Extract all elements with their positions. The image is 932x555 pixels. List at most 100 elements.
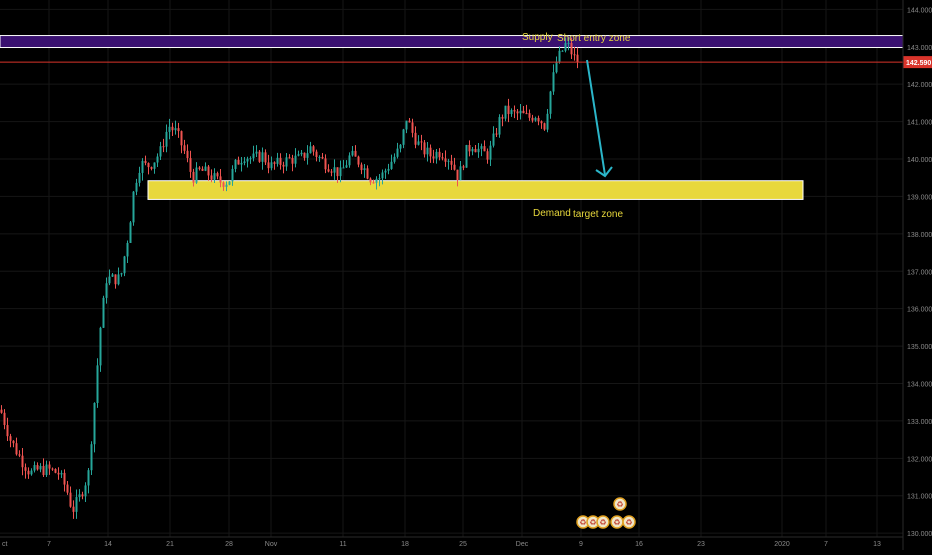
emoji-mark: ♻ xyxy=(625,518,632,527)
candle-body xyxy=(69,492,72,507)
candle-body xyxy=(369,178,372,183)
price-tick-label: 144.000 xyxy=(907,7,932,14)
candle-body xyxy=(237,159,240,165)
candle-body xyxy=(300,152,303,155)
candle-body xyxy=(102,297,105,328)
time-tick-label: ct xyxy=(2,541,8,548)
candle-body xyxy=(27,470,30,475)
candle-body xyxy=(108,276,111,284)
candle-body xyxy=(135,182,138,192)
candle-body xyxy=(0,409,3,413)
candle-body xyxy=(390,161,393,169)
candle-body xyxy=(360,164,363,171)
last-price-label: 142.590 xyxy=(906,60,931,67)
emoji-mark: ♻ xyxy=(579,518,586,527)
candle-body xyxy=(306,153,309,158)
price-tick-label: 134.000 xyxy=(907,382,932,389)
candle-body xyxy=(60,472,63,475)
candle-body xyxy=(270,162,273,169)
candle-body xyxy=(246,158,249,162)
candle-body xyxy=(171,126,174,131)
candle-body xyxy=(393,156,396,162)
time-tick-label: 23 xyxy=(697,541,705,548)
candle-body xyxy=(537,117,540,122)
candle-body xyxy=(456,169,459,181)
candle-body xyxy=(54,469,57,473)
candle-body xyxy=(483,146,486,152)
candle-body xyxy=(222,182,225,187)
candle-body xyxy=(321,156,324,159)
candle-body xyxy=(129,222,132,243)
chart-container: 142.590 Supply Short entry zone Demand targe… xyxy=(0,0,932,550)
time-tick-label: 13 xyxy=(873,541,881,548)
candle-body xyxy=(24,467,27,471)
candle-body xyxy=(435,151,438,159)
price-tick-label: 141.000 xyxy=(907,120,932,127)
candle-body xyxy=(357,156,360,165)
candle-body xyxy=(126,242,129,257)
candle-body xyxy=(279,157,282,165)
candle-body xyxy=(153,162,156,169)
price-tick-label: 140.000 xyxy=(907,157,932,164)
candle-body xyxy=(504,105,507,119)
candle-body xyxy=(426,147,429,155)
short-entry-label: Short entry zone xyxy=(557,33,631,44)
candle-body xyxy=(240,162,243,165)
candle-body xyxy=(57,472,60,475)
candle-body xyxy=(207,166,210,176)
candle-body xyxy=(468,145,471,152)
candle-body xyxy=(51,468,54,470)
candle-body xyxy=(6,425,9,437)
candle-body xyxy=(486,151,489,160)
candle-body xyxy=(291,157,294,164)
candle-body xyxy=(87,470,90,486)
candle-body xyxy=(402,129,405,145)
candle-body xyxy=(474,149,477,153)
candle-body xyxy=(183,145,186,151)
candle-body xyxy=(255,151,258,154)
candle-body xyxy=(348,155,351,166)
candle-body xyxy=(513,110,516,112)
candle-body xyxy=(78,494,81,498)
candle-body xyxy=(9,436,12,441)
candle-body xyxy=(552,72,555,92)
candle-body xyxy=(519,110,522,114)
candle-body xyxy=(156,156,159,163)
candle-body xyxy=(540,121,543,124)
candle-body xyxy=(12,440,15,444)
candle-body xyxy=(81,494,84,497)
emoji-mark: ♻ xyxy=(589,518,596,527)
time-tick-label: Dec xyxy=(516,541,529,548)
candle-body xyxy=(294,155,297,164)
candle-body xyxy=(399,144,402,149)
candle-body xyxy=(441,157,444,159)
candle-body xyxy=(528,113,531,118)
time-tick-label: 25 xyxy=(459,541,467,548)
candle-body xyxy=(117,274,120,285)
candle-body xyxy=(576,54,579,63)
candle-body xyxy=(75,497,78,512)
time-tick-label: 7 xyxy=(47,541,51,548)
candle-body xyxy=(213,173,216,180)
candle-body xyxy=(147,163,150,168)
candle-body xyxy=(159,146,162,157)
demand-zone xyxy=(147,180,804,200)
candle-body xyxy=(288,157,291,159)
supply-label: Supply xyxy=(522,32,553,43)
price-tick-label: 136.000 xyxy=(907,307,932,314)
candle-body xyxy=(543,123,546,130)
candle-body xyxy=(267,162,270,169)
candle-body xyxy=(495,133,498,135)
candle-body xyxy=(309,146,312,154)
candle-body xyxy=(303,152,306,158)
candle-body xyxy=(315,151,318,158)
candle-body xyxy=(450,160,453,165)
time-tick-label: 14 xyxy=(104,541,112,548)
time-tick-label: 16 xyxy=(635,541,643,548)
candle-body xyxy=(261,152,264,162)
chart-background xyxy=(0,0,932,550)
candle-body xyxy=(510,110,513,115)
candle-body xyxy=(414,132,417,145)
candle-body xyxy=(186,150,189,159)
candle-body xyxy=(558,50,561,62)
